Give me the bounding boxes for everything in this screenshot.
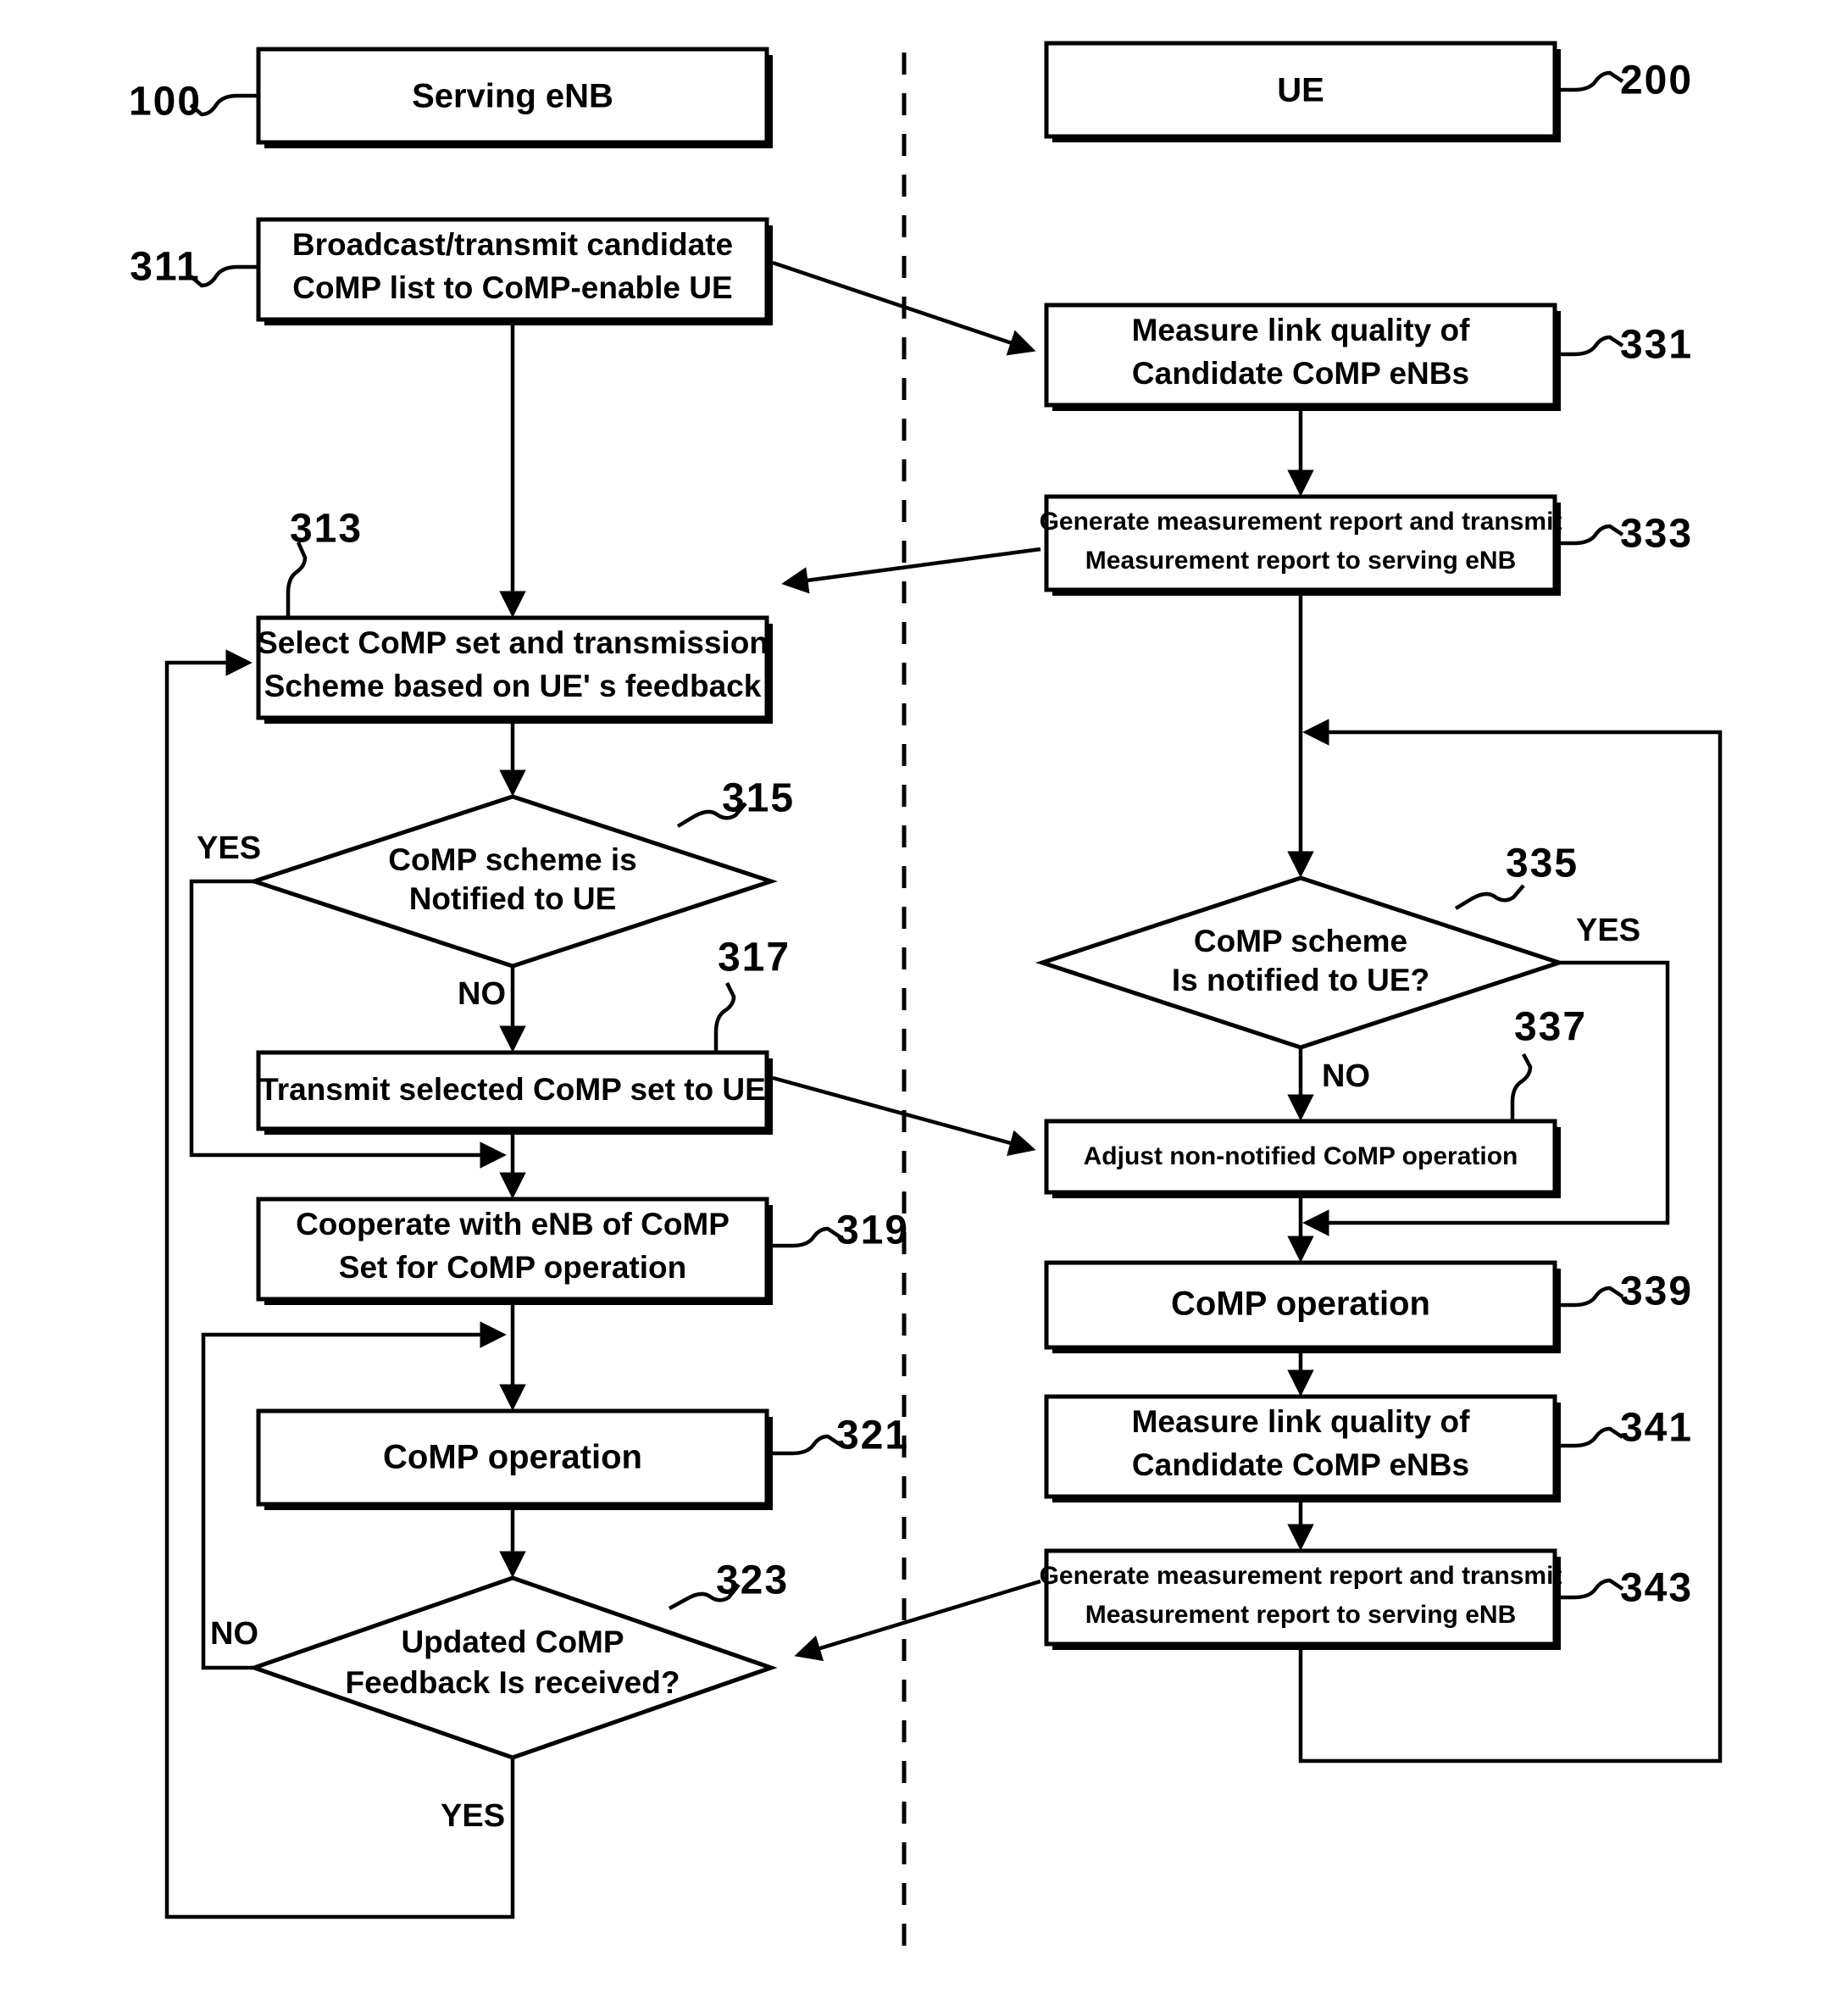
flowchart-svg: Serving eNB 100 UE 200 Broadcast/transmi… (129, 41, 1723, 1949)
step-313-line1: Select CoMP set and transmission (257, 625, 769, 660)
step-323-line1: Updated CoMP (401, 1625, 624, 1659)
step-337-line1: Adjust non-notified CoMP operation (1084, 1142, 1518, 1170)
ref-number-333: 333 (1620, 512, 1693, 557)
step-341-line2: Candidate CoMP eNBs (1132, 1447, 1469, 1482)
ref-number-100: 100 (129, 80, 202, 125)
ref-number-311: 311 (130, 245, 200, 290)
ref-number-339: 339 (1620, 1269, 1693, 1314)
step-335-yes-label: YES (1576, 913, 1640, 948)
step-313-line2: Scheme based on UE' s feedback (264, 669, 762, 703)
ref-number-335: 335 (1506, 841, 1579, 886)
arrow-333-to-313 (781, 547, 1041, 594)
step-331-line1: Measure link quality of (1132, 313, 1471, 347)
ref-number-317: 317 (718, 936, 791, 980)
step-311-line2: CoMP list to CoMP-enable UE (292, 270, 732, 305)
step-315-no-label: NO (458, 976, 506, 1012)
step-335-line1: CoMP scheme (1194, 924, 1407, 958)
ref-number-343: 343 (1620, 1566, 1693, 1611)
ref-number-321: 321 (836, 1414, 909, 1458)
arrow-311-to-331 (772, 260, 1036, 356)
ref-number-331: 331 (1620, 323, 1693, 368)
step-323-yes-label: YES (441, 1798, 505, 1834)
ref-number-323: 323 (716, 1558, 789, 1603)
figure-canvas: Serving eNB 100 UE 200 Broadcast/transmi… (0, 0, 1848, 1994)
step-343-line1: Generate measurement report and transmit (1040, 1562, 1562, 1590)
step-321-line1: CoMP operation (383, 1439, 642, 1476)
arrow-317-to-337 (772, 1075, 1036, 1156)
step-323-line2: Feedback Is received? (346, 1665, 680, 1700)
step-333-line1: Generate measurement report and transmit (1040, 508, 1562, 536)
ref-number-341: 341 (1620, 1406, 1693, 1451)
arrow-343-to-323 (794, 1579, 1041, 1662)
ref-number-313: 313 (290, 507, 363, 552)
step-315-line2: Notified to UE (409, 881, 617, 916)
ref-number-315: 315 (722, 776, 795, 821)
step-339-line1: CoMP operation (1171, 1286, 1430, 1323)
step-315-yes-label: YES (197, 830, 261, 866)
lane-header-ue-label: UE (1277, 72, 1324, 109)
step-317-line1: Transmit selected CoMP set to UE (259, 1072, 766, 1107)
step-343-line2: Measurement report to serving eNB (1085, 1601, 1516, 1629)
lane-header-serving-enb-label: Serving eNB (412, 78, 613, 115)
ref-number-319: 319 (836, 1208, 909, 1253)
step-341-line1: Measure link quality of (1132, 1404, 1471, 1439)
ref-number-200: 200 (1620, 58, 1693, 103)
step-331-line2: Candidate CoMP eNBs (1132, 356, 1469, 391)
step-319-line1: Cooperate with eNB of CoMP (296, 1207, 730, 1241)
step-319-line2: Set for CoMP operation (339, 1250, 686, 1285)
step-333-line2: Measurement report to serving eNB (1085, 547, 1516, 575)
step-311-line1: Broadcast/transmit candidate (292, 227, 733, 262)
step-335-no-label: NO (1322, 1058, 1370, 1094)
step-315-line1: CoMP scheme is (388, 842, 636, 877)
step-323-no-label: NO (210, 1616, 258, 1652)
step-335-line2: Is notified to UE? (1172, 963, 1429, 997)
ref-number-337: 337 (1514, 1005, 1587, 1050)
